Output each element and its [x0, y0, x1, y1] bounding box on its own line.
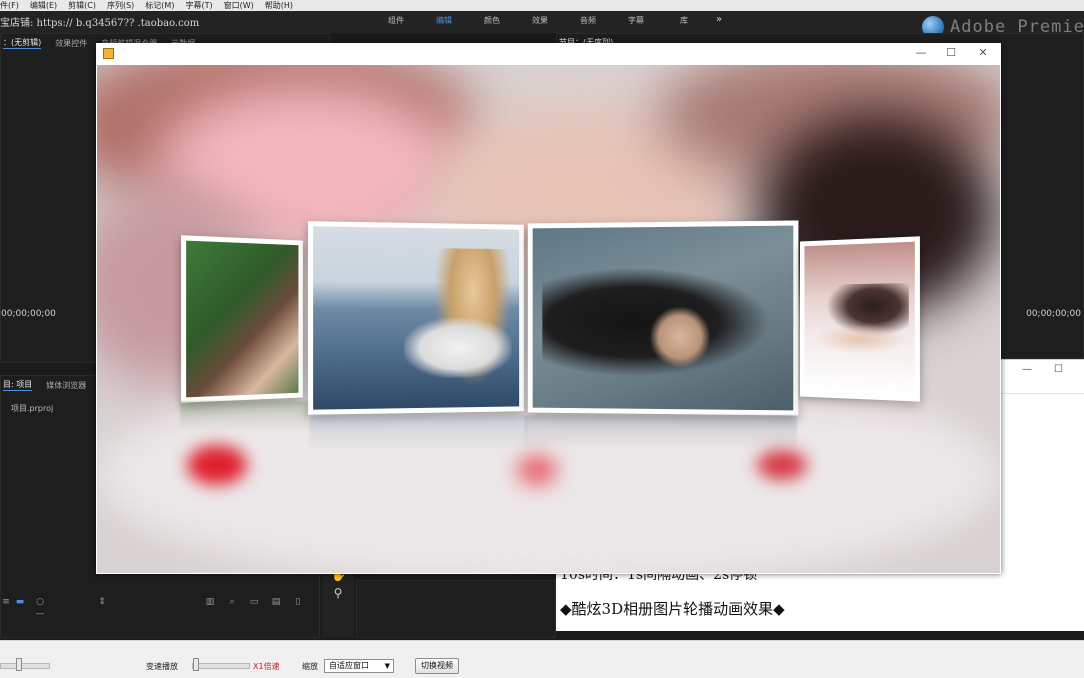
album-photo-2[interactable] [308, 221, 524, 415]
menu-sequence[interactable]: 序列(S) [107, 0, 134, 11]
app-icon [103, 48, 114, 59]
tab-effect-controls[interactable]: 效果控件 [55, 38, 87, 49]
preview-window: — ☐ ✕ [96, 43, 1001, 574]
new-item-icon[interactable]: ▤ [270, 596, 282, 608]
progress-slider-track[interactable] [0, 663, 50, 669]
workspace-audio[interactable]: 音频 [564, 15, 612, 26]
workspace-effects[interactable]: 效果 [516, 15, 564, 26]
project-file-name: 项目.prproj [11, 403, 53, 414]
switch-video-button[interactable]: 切换视频 [415, 658, 459, 674]
menu-clip[interactable]: 剪辑(C) [68, 0, 96, 11]
speed-slider-track[interactable] [192, 663, 250, 669]
player-control-bar: 变速播放 X1倍速 缩放 自适应窗口 ▼ 切换视频 [0, 640, 1084, 678]
workspace-color[interactable]: 颜色 [468, 15, 516, 26]
project-toolbar: ≡ ▬ ○— ⇕ ▥ ⌕ ▭ ▤ ▯ [0, 592, 320, 614]
note-text-line2: ◆酷炫3D相册图片轮播动画效果◆ [560, 598, 785, 619]
menu-edit[interactable]: 编辑(E) [30, 0, 57, 11]
speed-slider-thumb[interactable] [193, 658, 199, 671]
note-minimize-button[interactable]: — [1022, 364, 1032, 375]
preview-canvas [97, 65, 1000, 573]
photo-reflection-2 [309, 415, 527, 449]
progress-slider-thumb[interactable] [16, 658, 22, 671]
preview-maximize-button[interactable]: ☐ [942, 46, 960, 59]
album-photo-3[interactable] [528, 220, 799, 415]
shop-watermark: 宝店铺: https:// b.q34567?? .taobao.com [0, 14, 199, 29]
photo-reflection-4 [795, 401, 921, 431]
workspace-more-icon[interactable]: » [716, 14, 722, 25]
speed-label: 变速播放 [146, 661, 178, 672]
find-icon[interactable]: ⌕ [226, 596, 238, 608]
automate-icon[interactable]: ▥ [204, 596, 216, 608]
workspace-titles[interactable]: 字幕 [612, 15, 660, 26]
menu-title[interactable]: 字幕(T) [185, 0, 212, 11]
preview-close-button[interactable]: ✕ [974, 46, 992, 59]
zoom-select-value: 自适应窗口 [329, 661, 369, 670]
menu-bar: 件(F) 编辑(E) 剪辑(C) 序列(S) 标记(M) 字幕(T) 窗口(W)… [0, 0, 1084, 11]
zoom-tool-icon[interactable]: ⚲ [331, 586, 345, 600]
trash-icon[interactable]: ▯ [292, 596, 304, 608]
preview-minimize-button[interactable]: — [912, 46, 930, 59]
album-photo-4[interactable] [800, 236, 920, 401]
tab-project[interactable]: 目: 项目 [3, 379, 32, 391]
preview-titlebar: — ☐ ✕ [96, 43, 1001, 65]
album-photo-1[interactable] [181, 235, 303, 403]
note-maximize-button[interactable]: ☐ [1054, 364, 1063, 375]
photo-reflection-3 [525, 415, 797, 449]
sort-icon[interactable]: ⇕ [96, 596, 108, 608]
icon-view-icon[interactable]: ▬ [14, 596, 26, 608]
tab-source[interactable]: ：(无剪辑) [3, 37, 41, 49]
workspace-tabs: 组件 编辑 颜色 效果 音频 字幕 库 [372, 15, 708, 26]
photo-reflection-1 [180, 401, 308, 431]
menu-help[interactable]: 帮助(H) [265, 0, 293, 11]
speed-value: X1倍速 [253, 661, 280, 672]
new-bin-icon[interactable]: ▭ [248, 596, 260, 608]
chevron-down-icon: ▼ [385, 660, 390, 672]
workspace-libraries[interactable]: 库 [660, 15, 708, 26]
screen: 件(F) 编辑(E) 剪辑(C) 序列(S) 标记(M) 字幕(T) 窗口(W)… [0, 0, 1084, 678]
zoom-slider-icon[interactable]: ○— [34, 596, 46, 608]
list-view-icon[interactable]: ≡ [0, 596, 12, 608]
workspace-bar: 宝店铺: https:// b.q34567?? .taobao.com 组件 … [0, 11, 1084, 33]
menu-window[interactable]: 窗口(W) [224, 0, 254, 11]
program-timecode: 00;00;00;00 [1026, 309, 1081, 319]
tab-media-browser[interactable]: 媒体浏览器 [46, 380, 86, 391]
source-timecode: 00;00;00;00 [1, 309, 56, 319]
timeline-panel [356, 580, 556, 638]
zoom-label: 缩放 [302, 661, 318, 672]
menu-marker[interactable]: 标记(M) [145, 0, 174, 11]
menu-file[interactable]: 件(F) [0, 0, 19, 11]
workspace-editing[interactable]: 编辑 [420, 15, 468, 26]
workspace-assembly[interactable]: 组件 [372, 15, 420, 26]
zoom-select[interactable]: 自适应窗口 ▼ [324, 659, 394, 673]
